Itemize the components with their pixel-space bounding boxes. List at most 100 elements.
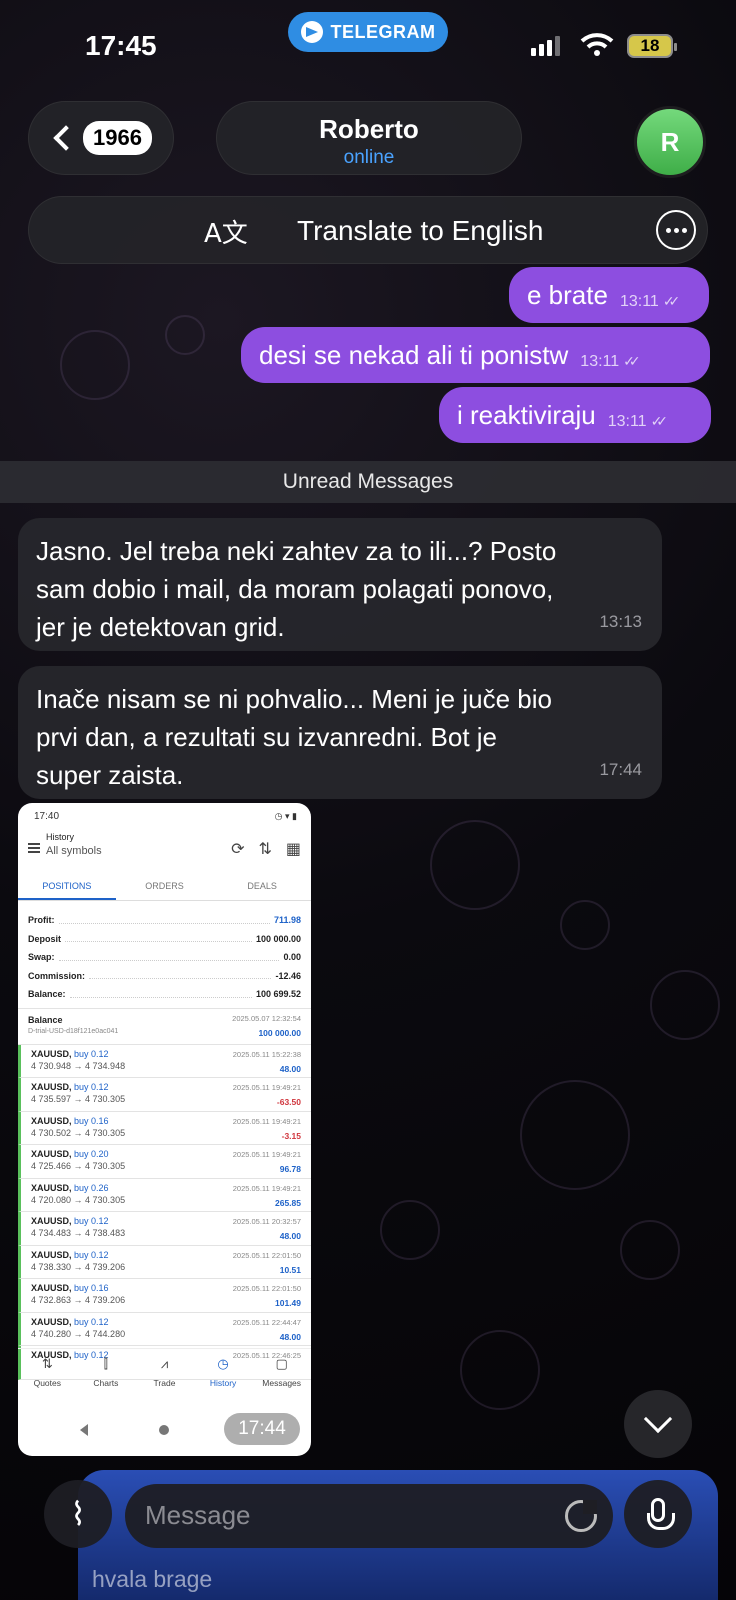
more-button[interactable] bbox=[656, 210, 696, 250]
wallpaper-doodle bbox=[620, 1220, 680, 1280]
deal-profit: 101.49 bbox=[275, 1298, 301, 1308]
deal-prices: 4 725.466 → 4 730.305 bbox=[31, 1161, 126, 1171]
mic-button[interactable] bbox=[624, 1480, 692, 1548]
summary-row: Profit: 711.98 bbox=[28, 915, 301, 926]
message-text: desi se nekad ali ti ponistw bbox=[259, 339, 569, 370]
contact-status: online bbox=[343, 147, 395, 168]
deal-profit: 48.00 bbox=[279, 1331, 301, 1342]
avatar[interactable]: R bbox=[634, 106, 706, 178]
summary-row: Commission: -12.46 bbox=[28, 970, 301, 981]
deal-prices: 4 734.483 → 4 738.483 bbox=[31, 1228, 126, 1238]
summary-row: Deposit 100 000.00 bbox=[28, 933, 301, 944]
message-meta: 13:11 ✓✓ bbox=[580, 353, 641, 370]
message-compose[interactable] bbox=[125, 1484, 613, 1548]
deal-date: 2025.05.11 22:01:50 bbox=[232, 1250, 301, 1260]
deal-date: 2025.05.11 19:49:21 bbox=[232, 1116, 301, 1126]
nav-quotes: ⇅ Quotes bbox=[18, 1349, 77, 1404]
deal-row: XAUUSD, buy 0.12 4 740.280 → 4 744.280 202… bbox=[18, 1312, 311, 1346]
deal-prices: 4 730.948 → 4 734.948 bbox=[31, 1060, 126, 1071]
deal-date: 2025.05.11 20:32:57 bbox=[232, 1217, 301, 1226]
message-line: prvi dan, a rezultati su izvanredni. Bot… bbox=[36, 722, 498, 752]
translate-icon: A文 bbox=[204, 219, 248, 249]
deal-prices: 4 730.502 → 4 730.305 bbox=[31, 1127, 126, 1138]
telegram-pill[interactable]: TELEGRAM bbox=[288, 12, 448, 52]
photo-title: History bbox=[46, 832, 75, 842]
deal-date: 2025.05.11 22:44:47 bbox=[232, 1317, 301, 1327]
outgoing-message[interactable]: desi se nekad ali ti ponistw 13:11 ✓✓ bbox=[241, 327, 710, 383]
message-meta: 13:11 ✓✓ bbox=[607, 413, 669, 430]
sticker-icon[interactable] bbox=[565, 1500, 597, 1532]
summary-row: Swap: 0.00 bbox=[28, 952, 301, 963]
deal-prices: 4 720.080 → 4 730.305 bbox=[31, 1194, 126, 1205]
quotes-icon: ⇅ bbox=[41, 1357, 53, 1372]
wallpaper-doodle bbox=[380, 1200, 440, 1260]
history-icon: ◷ bbox=[217, 1357, 229, 1372]
status-icons: ◷ ▾ ▮ bbox=[274, 811, 297, 821]
message-line: Inače nisam se ni pohvalio... Meni je ju… bbox=[36, 684, 552, 714]
message-line: jer je detektovan grid. bbox=[36, 612, 285, 642]
tab-deals: DEALS bbox=[247, 881, 277, 891]
scroll-down-button[interactable] bbox=[624, 1390, 692, 1458]
photo-tabs: POSITIONS ORDERS DEALS bbox=[18, 869, 311, 901]
summary-row: Balance: 100 699.52 bbox=[28, 989, 301, 1000]
deal-date: 2025.05.11 19:49:21 bbox=[232, 1183, 301, 1193]
refresh-icon: ⟳ bbox=[231, 839, 245, 858]
deal-date: 2025.05.11 15:22:38 bbox=[232, 1049, 301, 1059]
nav-trade: ⩘ Trade bbox=[135, 1349, 194, 1404]
photo-header-icons: ⟳ ⇅ ▦ bbox=[231, 839, 301, 858]
outgoing-message[interactable]: i reaktiviraju 13:11 ✓✓ bbox=[439, 387, 711, 443]
chevron-left-icon bbox=[53, 125, 79, 151]
message-input[interactable] bbox=[145, 1500, 525, 1531]
deal-profit: -3.15 bbox=[281, 1130, 301, 1141]
deal-row: XAUUSD, buy 0.16 4 732.863 → 4 739.206 202… bbox=[18, 1279, 311, 1313]
deal-row: XAUUSD, buy 0.26 4 720.080 → 4 730.305 202… bbox=[18, 1178, 311, 1212]
telegram-pill-label: TELEGRAM bbox=[330, 21, 436, 42]
message-line: sam dobio i mail, da moram polagati pono… bbox=[36, 574, 554, 604]
microphone-icon bbox=[647, 1498, 675, 1530]
attach-button[interactable]: ⌇ bbox=[44, 1480, 112, 1548]
deal-profit: 265.85 bbox=[275, 1197, 301, 1208]
deal-row: XAUUSD, buy 0.12 4 735.597 → 4 730.305 202… bbox=[18, 1078, 311, 1112]
deal-profit: 48.00 bbox=[279, 1063, 301, 1074]
status-time: 17:45 bbox=[85, 30, 157, 61]
reply-preview-text: hvala brage bbox=[92, 1566, 213, 1592]
back-button[interactable]: 1966 bbox=[28, 101, 174, 175]
android-home-icon bbox=[159, 1425, 169, 1435]
wallpaper-doodle bbox=[650, 970, 720, 1040]
nav-messages: ▢ Messages bbox=[252, 1349, 311, 1404]
status-bar: 17:45 TELEGRAM 18 bbox=[0, 0, 736, 90]
message-time: 13:13 bbox=[599, 612, 642, 631]
photo-subtitle: All symbols bbox=[46, 845, 102, 857]
trade-icon: ⩘ bbox=[160, 1357, 169, 1372]
message-text: i reaktiviraju bbox=[457, 399, 596, 430]
message-text: e brate bbox=[527, 279, 608, 310]
photo-message[interactable]: 17:40 ◷ ▾ ▮ History All symbols ⟳ ⇅ ▦ POSI… bbox=[18, 803, 311, 1456]
read-ticks-icon: ✓✓ bbox=[650, 414, 669, 430]
unread-count-badge: 1966 bbox=[83, 121, 152, 155]
deal-profit: 96.78 bbox=[279, 1164, 301, 1174]
incoming-message[interactable]: Inače nisam se ni pohvalio... Meni je ju… bbox=[18, 666, 662, 799]
chat-title[interactable]: Roberto online bbox=[216, 101, 522, 175]
deal-date: 2025.05.11 19:49:21 bbox=[232, 1083, 301, 1092]
android-back-icon bbox=[80, 1424, 88, 1436]
sort-icon: ⇅ bbox=[258, 839, 272, 858]
photo-summary: Profit: 711.98 Deposit 100 000.00 Swap: 0.0… bbox=[18, 901, 311, 1009]
message-meta: 13:11 ✓✓ bbox=[619, 293, 681, 310]
incoming-message[interactable]: Jasno. Jel treba neki zahtev za to ili..… bbox=[18, 518, 662, 651]
charts-icon: ⫿ bbox=[103, 1357, 108, 1372]
nav-history: ◷ History bbox=[194, 1349, 253, 1404]
deals-list: XAUUSD, buy 0.12 4 730.948 → 4 734.948 202… bbox=[18, 1044, 311, 1380]
deal-prices: 4 738.330 → 4 739.206 bbox=[31, 1261, 126, 1272]
messages-icon: ▢ bbox=[275, 1357, 288, 1372]
wallpaper-doodle bbox=[460, 1330, 540, 1410]
deal-profit: 10.51 bbox=[279, 1264, 301, 1275]
wifi-icon bbox=[580, 33, 614, 56]
nav-charts: ⫿ Charts bbox=[77, 1349, 136, 1404]
deal-row: XAUUSD, buy 0.12 4 734.483 → 4 738.483 202… bbox=[18, 1212, 311, 1246]
wallpaper-doodle bbox=[165, 315, 205, 355]
deal-row: XAUUSD, buy 0.12 4 730.948 → 4 734.948 202… bbox=[18, 1044, 311, 1078]
translate-bar[interactable]: A文 Translate to English bbox=[28, 196, 708, 264]
deal-row: XAUUSD, buy 0.20 4 725.466 → 4 730.305 202… bbox=[18, 1145, 311, 1179]
outgoing-message[interactable]: e brate 13:11 ✓✓ bbox=[509, 267, 709, 323]
deal-prices: 4 740.280 → 4 744.280 bbox=[31, 1328, 126, 1339]
